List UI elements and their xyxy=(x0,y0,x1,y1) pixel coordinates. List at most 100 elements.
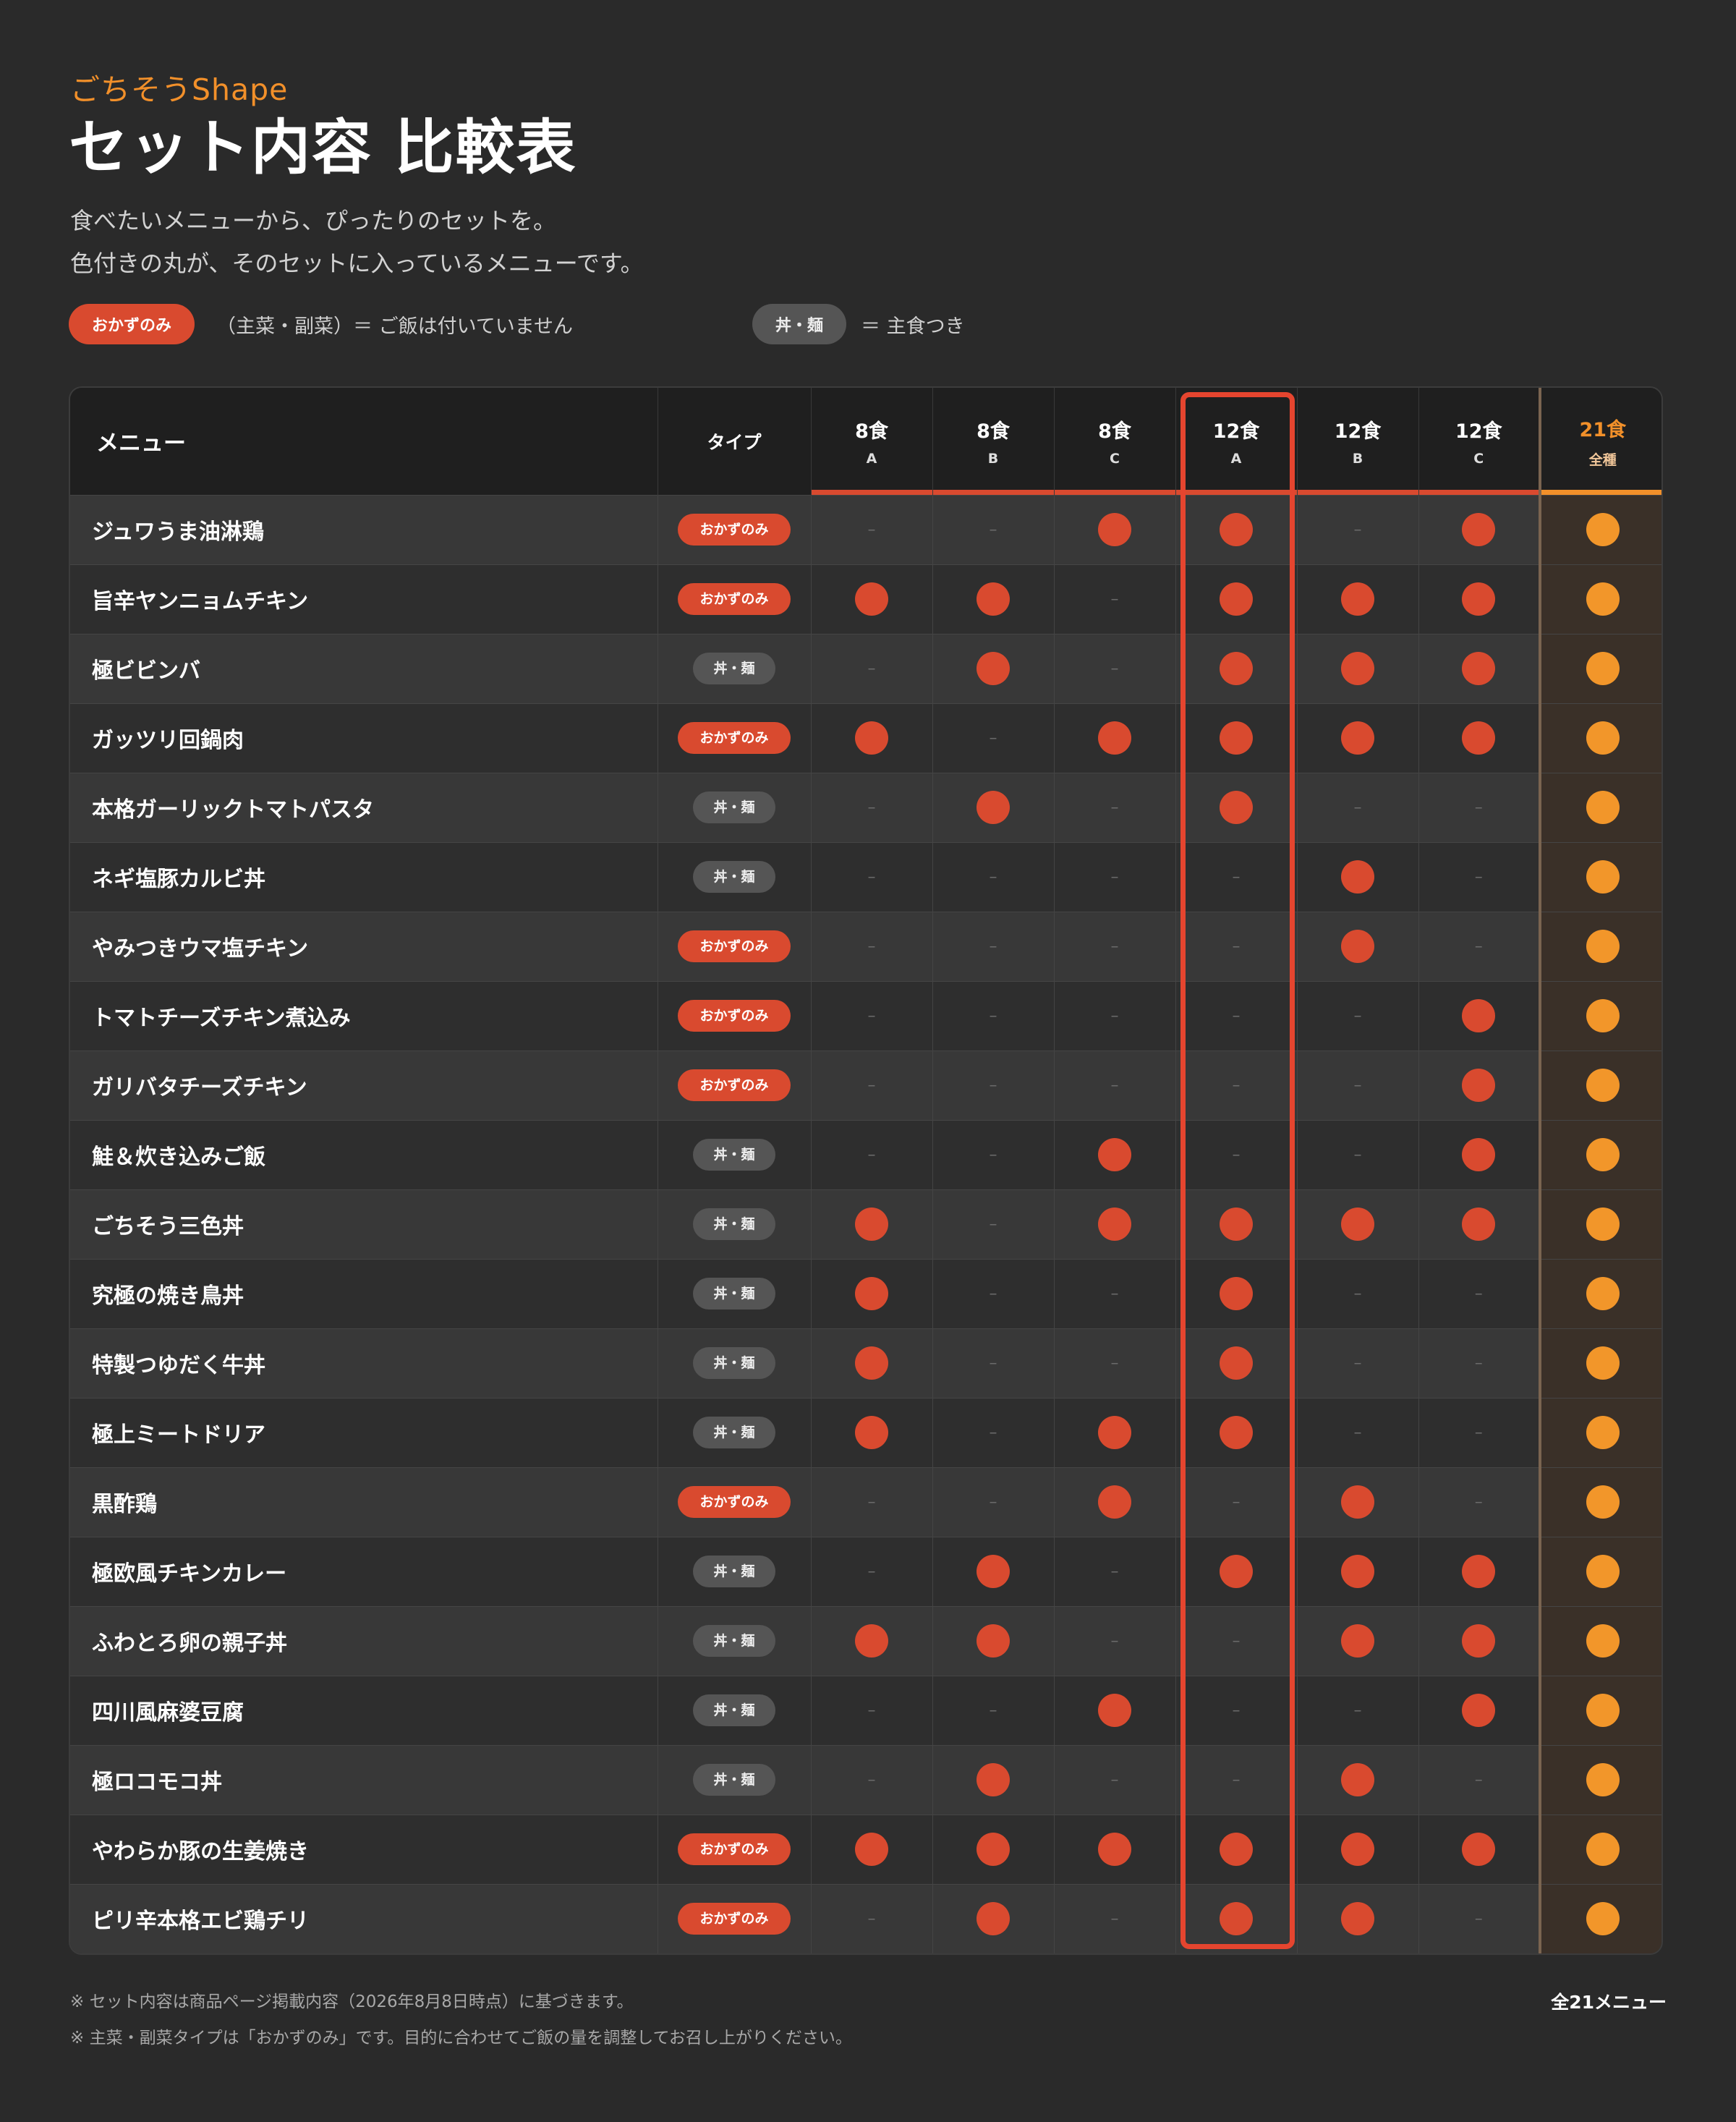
set-cell: – xyxy=(811,1467,933,1537)
type-badge: 丼・麺 xyxy=(693,791,775,823)
set-cell: – xyxy=(1175,1605,1298,1676)
set-cell xyxy=(1539,1189,1661,1259)
not-included-dash: – xyxy=(1353,1701,1362,1720)
set-cell: – xyxy=(932,1675,1055,1745)
set-cell xyxy=(1418,564,1541,634)
not-included-dash: – xyxy=(867,1562,876,1581)
not-included-dash: – xyxy=(1110,1284,1119,1303)
set-cell xyxy=(1539,1744,1661,1815)
menu-name: ネギ塩豚カルビ丼 xyxy=(70,841,658,912)
set-cell xyxy=(1539,911,1661,981)
included-dot xyxy=(1586,1069,1620,1102)
set-cell xyxy=(1297,1814,1419,1884)
included-dot xyxy=(1462,1208,1496,1241)
not-included-dash: – xyxy=(1232,1770,1241,1789)
set-cell: – xyxy=(1418,911,1541,981)
set-column-header-1: 8食 B xyxy=(932,388,1055,495)
included-dot xyxy=(1341,1624,1374,1658)
not-included-dash: – xyxy=(1353,520,1362,539)
included-dot xyxy=(1586,1277,1620,1310)
set-cell xyxy=(1175,564,1298,634)
type-cell: 丼・麺 xyxy=(658,1536,812,1606)
included-dot xyxy=(1220,721,1253,755)
included-dot xyxy=(1462,582,1496,616)
not-included-dash: – xyxy=(867,1909,876,1928)
not-included-dash: – xyxy=(1110,1354,1119,1372)
type-column-header: タイプ xyxy=(658,388,812,495)
not-included-dash: – xyxy=(867,1770,876,1789)
not-included-dash: – xyxy=(989,1215,997,1234)
included-dot xyxy=(1341,1902,1374,1936)
not-included-dash: – xyxy=(1474,867,1483,886)
set-cell: – xyxy=(1297,1397,1419,1467)
included-dot xyxy=(855,1833,888,1866)
set-cell xyxy=(1054,1814,1176,1884)
menu-name: 本格ガーリックトマトパスタ xyxy=(70,772,658,842)
included-dot xyxy=(1220,1555,1253,1588)
set-column-header-4: 12食 B xyxy=(1297,388,1419,495)
set-cell: – xyxy=(811,980,933,1051)
included-dot xyxy=(855,1208,888,1241)
included-dot xyxy=(1586,652,1620,685)
included-dot xyxy=(1220,1902,1253,1936)
set-cell: – xyxy=(1297,1675,1419,1745)
included-dot xyxy=(1586,1763,1620,1796)
table-row: 本格ガーリックトマトパスタ 丼・麺 – – – – xyxy=(70,772,1661,842)
set-cell xyxy=(811,1605,933,1676)
set-cell: – xyxy=(811,1119,933,1189)
not-included-dash: – xyxy=(989,1284,997,1303)
set-cell: – xyxy=(811,1050,933,1120)
included-dot xyxy=(1098,1833,1131,1866)
set-cell: – xyxy=(811,1675,933,1745)
set-cell: – xyxy=(1297,494,1419,564)
table-row: 究極の焼き鳥丼 丼・麺 – – – – xyxy=(70,1258,1661,1328)
included-dot xyxy=(1220,791,1253,824)
not-included-dash: – xyxy=(867,1006,876,1025)
set-cell xyxy=(1175,1258,1298,1328)
table-row: 旨辛ヤンニョムチキン おかずのみ – xyxy=(70,564,1661,634)
set-cell xyxy=(1539,1397,1661,1467)
menu-name: 特製つゆだく牛丼 xyxy=(70,1328,658,1398)
set-cell xyxy=(1054,1675,1176,1745)
set-cell xyxy=(1175,494,1298,564)
not-included-dash: – xyxy=(1110,1631,1119,1650)
type-badge: おかずのみ xyxy=(678,722,791,754)
included-dot xyxy=(1462,1555,1496,1588)
set-cell: – xyxy=(1175,1744,1298,1815)
type-cell: おかずのみ xyxy=(658,980,812,1051)
set-cell: – xyxy=(1175,1675,1298,1745)
not-included-dash: – xyxy=(1232,1631,1241,1650)
not-included-dash: – xyxy=(867,659,876,678)
table-header-row: メニュー タイプ 8食 A 8食 B 8食 C 12食 A 12食 B 12食 C 21食 全種 xyxy=(70,388,1661,495)
included-dot xyxy=(1220,1208,1253,1241)
set-count-label: 8食 xyxy=(1098,420,1131,444)
included-dot xyxy=(1341,1485,1374,1519)
included-dot xyxy=(855,582,888,616)
menu-name: 旨辛ヤンニョムチキン xyxy=(70,564,658,634)
set-cell: – xyxy=(811,911,933,981)
menu-name: 究極の焼き鳥丼 xyxy=(70,1258,658,1328)
included-dot xyxy=(1341,1833,1374,1866)
included-dot xyxy=(855,1277,888,1310)
included-dot xyxy=(1586,930,1620,963)
footnote-2: ※ 主菜・副菜タイプは「おかずのみ」です。目的に合わせてご飯の量を調整してお召し… xyxy=(70,2029,852,2047)
not-included-dash: – xyxy=(1110,1562,1119,1581)
set-cell xyxy=(932,1605,1055,1676)
type-badge: 丼・麺 xyxy=(693,1694,775,1726)
set-cell xyxy=(1175,772,1298,842)
menu-name: 極上ミートドリア xyxy=(70,1397,658,1467)
set-variant-label: A xyxy=(1230,451,1242,467)
not-included-dash: – xyxy=(1353,1284,1362,1303)
set-cell: – xyxy=(932,1328,1055,1398)
type-badge: 丼・麺 xyxy=(693,1139,775,1171)
set-cell xyxy=(1054,1189,1176,1259)
not-included-dash: – xyxy=(1474,1909,1483,1928)
type-badge: 丼・麺 xyxy=(693,1417,775,1448)
set-cell: – xyxy=(1054,772,1176,842)
set-cell: – xyxy=(1297,1050,1419,1120)
included-dot xyxy=(1586,1902,1620,1936)
included-dot xyxy=(1586,1485,1620,1519)
not-included-dash: – xyxy=(1232,867,1241,886)
type-cell: 丼・麺 xyxy=(658,1397,812,1467)
type-badge: 丼・麺 xyxy=(693,653,775,684)
